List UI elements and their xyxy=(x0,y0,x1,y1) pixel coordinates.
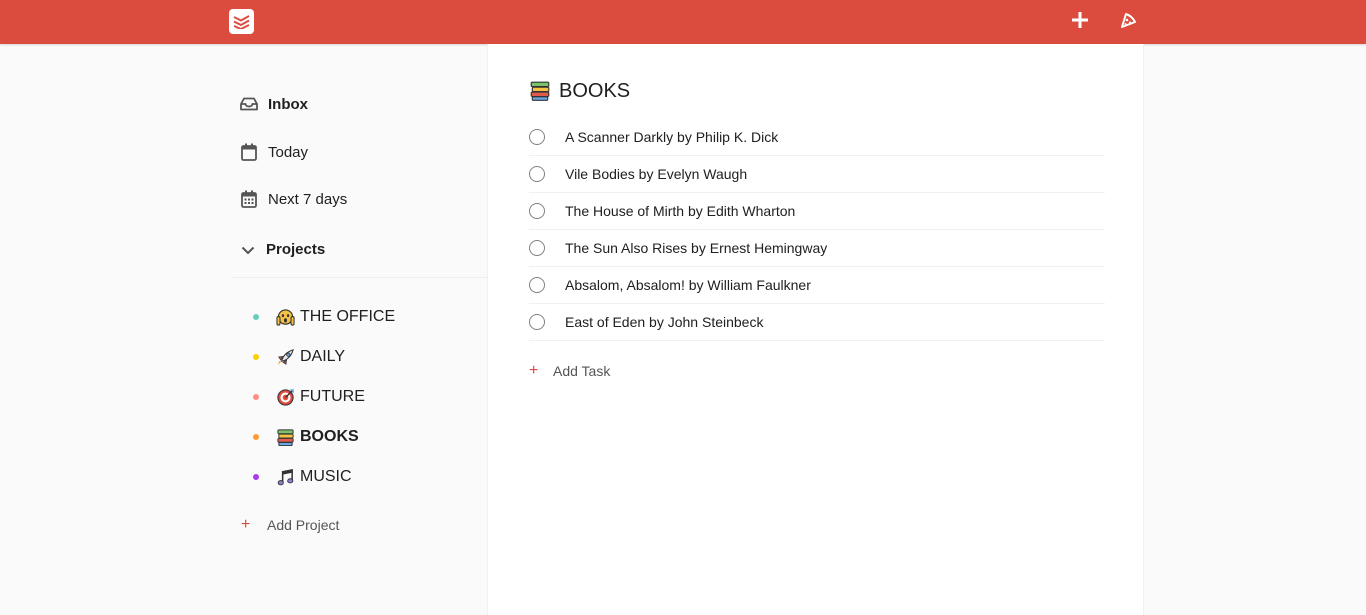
task-content[interactable]: The House of Mirth by Edith Wharton xyxy=(565,203,795,219)
task-item[interactable]: A Scanner Darkly by Philip K. Dick xyxy=(529,119,1105,156)
sidebar-item-label: Next 7 days xyxy=(268,190,348,208)
page-title: BOOKS xyxy=(529,78,630,104)
sidebar-item-label: Inbox xyxy=(268,95,308,113)
task-item[interactable]: The Sun Also Rises by Ernest Hemingway xyxy=(529,230,1105,267)
main-content: BOOKS A Scanner Darkly by Philip K. Dick… xyxy=(487,44,1144,615)
task-content[interactable]: A Scanner Darkly by Philip K. Dick xyxy=(565,129,778,145)
project-item-daily[interactable]: DAILY xyxy=(253,342,483,372)
task-list: A Scanner Darkly by Philip K. Dick Vile … xyxy=(529,119,1105,341)
task-content[interactable]: East of Eden by John Steinbeck xyxy=(565,314,763,330)
add-task-button[interactable] xyxy=(1066,8,1094,36)
add-project-label: Add Project xyxy=(267,517,340,533)
project-name: BOOKS xyxy=(300,428,359,445)
task-checkbox[interactable] xyxy=(529,314,545,330)
project-item-the-office[interactable]: THE OFFICE xyxy=(253,302,483,332)
task-item[interactable]: East of Eden by John Steinbeck xyxy=(529,304,1105,341)
project-color-dot xyxy=(253,354,259,360)
inbox-icon xyxy=(239,94,259,114)
projects-toggle[interactable]: Projects xyxy=(231,232,487,278)
project-color-dot xyxy=(253,474,259,480)
add-task-label: Add Task xyxy=(553,363,611,379)
karma-button[interactable] xyxy=(1114,8,1142,36)
music-note-icon xyxy=(275,467,295,487)
project-item-future[interactable]: FUTURE xyxy=(253,382,483,412)
sidebar-item-label: Today xyxy=(268,143,309,161)
add-task-button[interactable]: + Add Task xyxy=(529,357,729,385)
sidebar-item-next-7-days[interactable]: Next 7 days xyxy=(239,183,479,215)
project-name: FUTURE xyxy=(300,388,365,405)
project-item-books[interactable]: BOOKS xyxy=(253,422,483,452)
target-icon xyxy=(275,387,295,407)
plus-icon: + xyxy=(529,362,539,379)
calendar-icon xyxy=(239,142,259,162)
task-content[interactable]: Absalom, Absalom! by William Faulkner xyxy=(565,277,811,293)
task-checkbox[interactable] xyxy=(529,277,545,293)
page-title-text: BOOKS xyxy=(559,79,631,102)
todoist-logo-icon[interactable] xyxy=(229,9,254,34)
task-checkbox[interactable] xyxy=(529,240,545,256)
sidebar: Inbox Today Next 7 days Projects THE OFF… xyxy=(231,44,487,615)
task-item[interactable]: The House of Mirth by Edith Wharton xyxy=(529,193,1105,230)
task-item[interactable]: Absalom, Absalom! by William Faulkner xyxy=(529,267,1105,304)
project-color-dot xyxy=(253,434,259,440)
project-name: THE OFFICE xyxy=(300,308,396,325)
face-screaming-icon xyxy=(275,307,295,327)
project-color-dot xyxy=(253,314,259,320)
sidebar-item-today[interactable]: Today xyxy=(239,136,479,168)
project-item-music[interactable]: MUSIC xyxy=(253,462,483,492)
task-checkbox[interactable] xyxy=(529,203,545,219)
sidebar-item-inbox[interactable]: Inbox xyxy=(239,88,479,120)
rocket-icon xyxy=(275,347,295,367)
project-color-dot xyxy=(253,394,259,400)
plus-icon xyxy=(1071,11,1089,34)
chevron-down-icon xyxy=(240,242,256,263)
add-project-button[interactable]: + Add Project xyxy=(241,510,441,540)
top-bar xyxy=(0,0,1366,44)
books-icon xyxy=(529,80,551,102)
plus-icon: + xyxy=(241,516,251,533)
task-checkbox[interactable] xyxy=(529,166,545,182)
task-content[interactable]: The Sun Also Rises by Ernest Hemingway xyxy=(565,240,827,256)
task-item[interactable]: Vile Bodies by Evelyn Waugh xyxy=(529,156,1105,193)
pizza-icon xyxy=(1119,11,1137,34)
project-name: DAILY xyxy=(300,348,346,365)
task-content[interactable]: Vile Bodies by Evelyn Waugh xyxy=(565,166,747,182)
project-name: MUSIC xyxy=(300,468,352,485)
books-icon xyxy=(275,427,295,447)
calendar-week-icon xyxy=(239,189,259,209)
projects-label: Projects xyxy=(266,241,326,258)
task-checkbox[interactable] xyxy=(529,129,545,145)
